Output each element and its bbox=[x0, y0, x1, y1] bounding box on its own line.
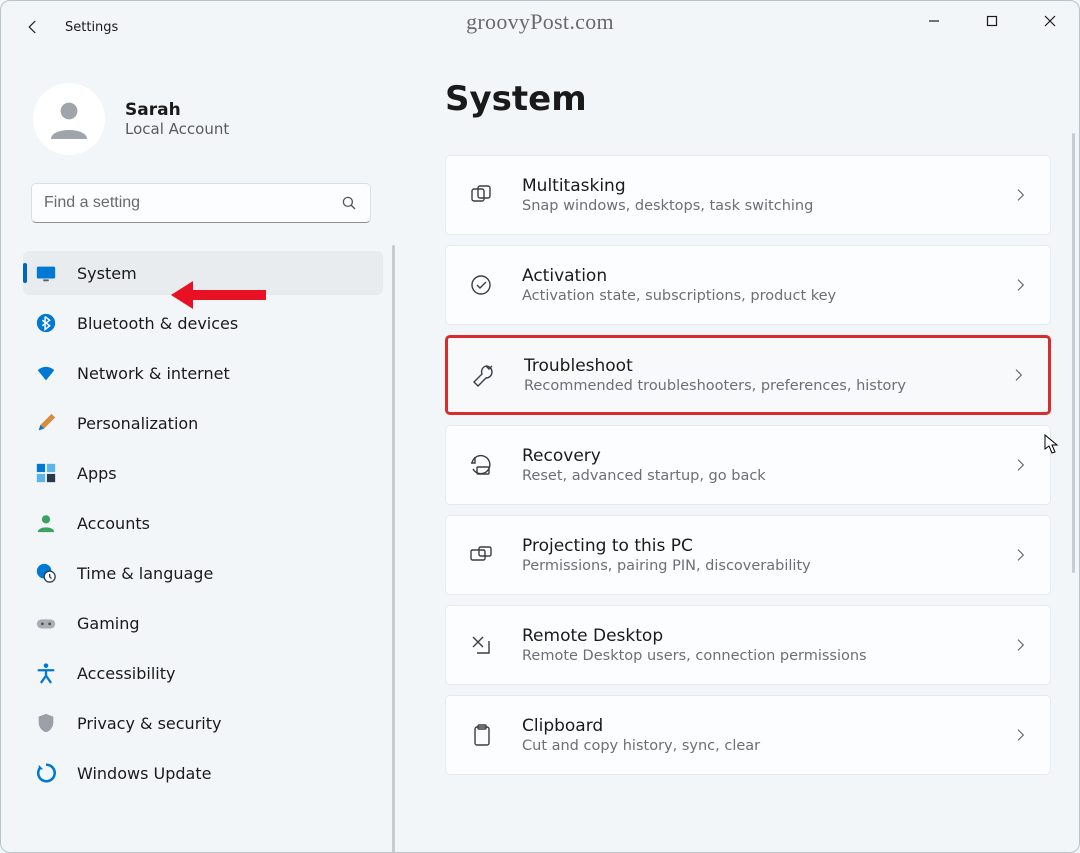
shield-icon bbox=[35, 712, 57, 734]
card-subtitle: Remote Desktop users, connection permiss… bbox=[522, 648, 1012, 664]
minimize-button[interactable] bbox=[905, 1, 963, 41]
maximize-button[interactable] bbox=[963, 1, 1021, 41]
main-content: System Multitasking Snap windows, desktop… bbox=[401, 53, 1079, 852]
apps-icon bbox=[35, 462, 57, 484]
clipboard-icon bbox=[468, 722, 494, 748]
wrench-icon bbox=[470, 362, 496, 388]
chevron-right-icon bbox=[1012, 457, 1028, 473]
card-recovery[interactable]: Recovery Reset, advanced startup, go back bbox=[445, 425, 1051, 505]
sidebar-item-label: Bluetooth & devices bbox=[77, 314, 238, 333]
chevron-right-icon bbox=[1012, 187, 1028, 203]
card-subtitle: Snap windows, desktops, task switching bbox=[522, 198, 1012, 214]
search-icon bbox=[340, 194, 358, 212]
person-icon bbox=[35, 512, 57, 534]
chevron-right-icon bbox=[1012, 727, 1028, 743]
chevron-right-icon bbox=[1012, 637, 1028, 653]
sidebar-item-label: Network & internet bbox=[77, 364, 230, 383]
card-subtitle: Permissions, pairing PIN, discoverabilit… bbox=[522, 558, 1012, 574]
card-subtitle: Cut and copy history, sync, clear bbox=[522, 738, 1012, 754]
card-remote[interactable]: Remote Desktop Remote Desktop users, conn… bbox=[445, 605, 1051, 685]
card-title: Remote Desktop bbox=[522, 626, 1012, 646]
sidebar-scrollbar[interactable] bbox=[392, 245, 395, 853]
recovery-icon bbox=[468, 452, 494, 478]
sidebar-item-label: Time & language bbox=[77, 564, 213, 583]
wifi-icon bbox=[35, 362, 57, 384]
card-subtitle: Recommended troubleshooters, preferences… bbox=[524, 378, 1010, 394]
bluetooth-icon bbox=[35, 312, 57, 334]
watermark-text: groovyPost.com bbox=[466, 9, 614, 35]
card-title: Troubleshoot bbox=[524, 356, 1010, 376]
profile-name: Sarah bbox=[125, 100, 229, 120]
page-title: System bbox=[445, 79, 1051, 119]
update-icon bbox=[35, 762, 57, 784]
chevron-right-icon bbox=[1010, 367, 1026, 383]
card-multitasking[interactable]: Multitasking Snap windows, desktops, task… bbox=[445, 155, 1051, 235]
main-scrollbar[interactable] bbox=[1072, 133, 1075, 573]
card-title: Projecting to this PC bbox=[522, 536, 1012, 556]
sidebar-item-label: System bbox=[77, 264, 137, 283]
check-circle-icon bbox=[468, 272, 494, 298]
sidebar-item-update[interactable]: Windows Update bbox=[23, 751, 383, 795]
card-activation[interactable]: Activation Activation state, subscription… bbox=[445, 245, 1051, 325]
sidebar-item-accessibility[interactable]: Accessibility bbox=[23, 651, 383, 695]
profile-block[interactable]: Sarah Local Account bbox=[1, 73, 401, 183]
card-subtitle: Reset, advanced startup, go back bbox=[522, 468, 1012, 484]
sidebar-item-system[interactable]: System bbox=[23, 251, 383, 295]
chevron-right-icon bbox=[1012, 547, 1028, 563]
card-projecting[interactable]: Projecting to this PC Permissions, pairin… bbox=[445, 515, 1051, 595]
card-troubleshoot[interactable]: Troubleshoot Recommended troubleshooters,… bbox=[445, 335, 1051, 415]
card-clipboard[interactable]: Clipboard Cut and copy history, sync, cle… bbox=[445, 695, 1051, 775]
avatar-icon bbox=[33, 83, 105, 155]
sidebar-item-label: Gaming bbox=[77, 614, 140, 633]
sidebar-item-label: Apps bbox=[77, 464, 117, 483]
paintbrush-icon bbox=[35, 412, 57, 434]
sidebar-item-bluetooth[interactable]: Bluetooth & devices bbox=[23, 301, 383, 345]
card-title: Activation bbox=[522, 266, 1012, 286]
sidebar-item-privacy[interactable]: Privacy & security bbox=[23, 701, 383, 745]
sidebar-item-apps[interactable]: Apps bbox=[23, 451, 383, 495]
profile-subtitle: Local Account bbox=[125, 120, 229, 138]
sidebar-item-label: Accessibility bbox=[77, 664, 175, 683]
app-title: Settings bbox=[65, 20, 118, 35]
sidebar-item-label: Windows Update bbox=[77, 764, 211, 783]
window-controls bbox=[905, 1, 1079, 41]
close-button[interactable] bbox=[1021, 1, 1079, 41]
display-icon bbox=[35, 262, 57, 284]
globe-clock-icon bbox=[35, 562, 57, 584]
sidebar-item-label: Accounts bbox=[77, 514, 150, 533]
search-box[interactable] bbox=[31, 183, 371, 223]
accessibility-icon bbox=[35, 662, 57, 684]
back-button[interactable] bbox=[9, 3, 57, 51]
projecting-icon bbox=[468, 542, 494, 568]
gamepad-icon bbox=[35, 612, 57, 634]
remote-icon bbox=[468, 632, 494, 658]
sidebar-item-gaming[interactable]: Gaming bbox=[23, 601, 383, 645]
sidebar-item-label: Personalization bbox=[77, 414, 198, 433]
sidebar: Sarah Local Account System Bluetooth & d… bbox=[1, 53, 401, 852]
multitasking-icon bbox=[468, 182, 494, 208]
search-input[interactable] bbox=[44, 194, 340, 212]
sidebar-item-accounts[interactable]: Accounts bbox=[23, 501, 383, 545]
sidebar-item-network[interactable]: Network & internet bbox=[23, 351, 383, 395]
chevron-right-icon bbox=[1012, 277, 1028, 293]
card-subtitle: Activation state, subscriptions, product… bbox=[522, 288, 1012, 304]
sidebar-item-time[interactable]: Time & language bbox=[23, 551, 383, 595]
sidebar-item-personalization[interactable]: Personalization bbox=[23, 401, 383, 445]
nav-list: System Bluetooth & devices Network & int… bbox=[1, 245, 401, 801]
card-title: Recovery bbox=[522, 446, 1012, 466]
card-title: Clipboard bbox=[522, 716, 1012, 736]
sidebar-item-label: Privacy & security bbox=[77, 714, 221, 733]
card-title: Multitasking bbox=[522, 176, 1012, 196]
